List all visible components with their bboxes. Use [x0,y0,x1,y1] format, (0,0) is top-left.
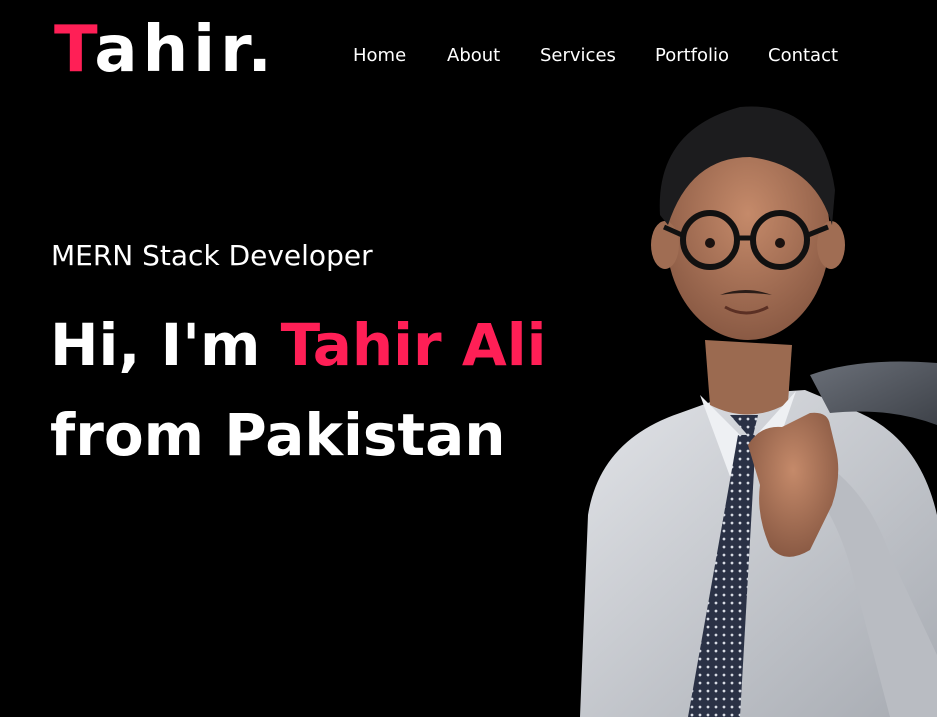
person-photo-icon [580,106,937,717]
nav-link-home[interactable]: Home [353,44,406,68]
hero-greeting: Hi, I'm [50,311,281,379]
portrait-photo [560,95,937,717]
hero-name: Tahir Ali [280,311,547,379]
hero-headline-line-1: Hi, I'm Tahir Ali [50,310,546,380]
nav-link-about[interactable]: About [447,44,500,68]
page: Tahir. Home About Services Portfolio Con… [0,0,937,717]
hero-headline-line-2: from Pakistan [50,401,506,469]
main-nav: Home About Services Portfolio Contact [0,44,937,68]
nav-link-services[interactable]: Services [540,44,616,68]
nav-link-portfolio[interactable]: Portfolio [655,44,729,68]
nav-link-contact[interactable]: Contact [768,44,838,68]
hero-role: MERN Stack Developer [51,239,373,272]
